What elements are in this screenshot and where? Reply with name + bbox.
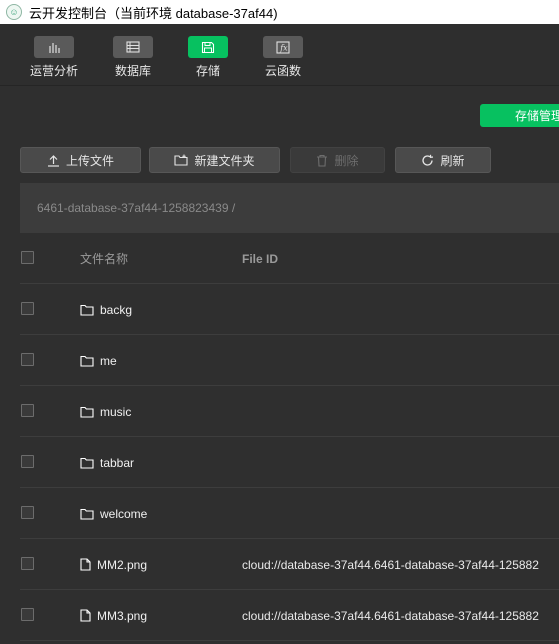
folder-icon <box>80 457 94 469</box>
file-name-text: music <box>100 404 132 419</box>
file-name-text: welcome <box>100 506 148 521</box>
table-row[interactable]: welcome <box>20 488 559 539</box>
refresh-label: 刷新 <box>440 153 465 168</box>
row-checkbox[interactable] <box>21 608 34 621</box>
table-row[interactable]: backg <box>20 284 559 335</box>
table-row[interactable]: MM3.png cloud://database-37af44.6461-dat… <box>20 590 559 641</box>
file-id[interactable]: cloud://database-37af44.6461-database-37… <box>242 590 559 641</box>
file-id <box>242 284 559 335</box>
svg-text:fx: fx <box>279 43 288 52</box>
select-all-checkbox[interactable] <box>21 251 34 264</box>
tool-cloud-function-label: 云函数 <box>264 64 301 78</box>
file-name[interactable]: MM3.png <box>80 590 147 641</box>
storage-manage-button[interactable]: 存储管理 <box>480 104 559 127</box>
tool-storage[interactable]: 存储 <box>173 36 243 82</box>
storage-panel: 存储管理 上传文件 新建文件夹 删除 刷新 6461-database-37af… <box>0 86 559 644</box>
folder-icon <box>80 304 94 316</box>
row-checkbox[interactable] <box>21 506 34 519</box>
file-name-text: MM3.png <box>97 608 148 623</box>
file-id <box>242 437 559 488</box>
tool-database-label: 数据库 <box>114 64 151 78</box>
file-name-text: tabbar <box>100 455 135 470</box>
breadcrumb: 6461-database-37af44-1258823439 / <box>20 183 559 233</box>
upload-file-label: 上传文件 <box>65 153 114 168</box>
folder-icon <box>80 508 94 520</box>
trash-icon <box>316 154 328 167</box>
row-checkbox[interactable] <box>21 353 34 366</box>
tool-storage-label: 存储 <box>195 64 220 78</box>
file-name[interactable]: tabbar <box>80 437 134 488</box>
file-name[interactable]: welcome <box>80 488 147 539</box>
file-id <box>242 335 559 386</box>
table-row[interactable]: tabbar <box>20 437 559 488</box>
function-icon: fx <box>263 36 303 58</box>
tool-database[interactable]: 数据库 <box>98 36 168 82</box>
row-checkbox[interactable] <box>21 455 34 468</box>
file-name-text: MM2.png <box>97 557 148 572</box>
window-title: 云开发控制台（当前环境 database-37af44) <box>29 5 278 21</box>
file-name-text: backg <box>100 302 133 317</box>
file-name[interactable]: MM2.png <box>80 539 147 590</box>
file-table: 文件名称 File ID backg me music tabbar welco… <box>20 233 559 641</box>
app-logo-icon: ☺ <box>6 4 22 20</box>
new-folder-button[interactable]: 新建文件夹 <box>149 147 280 173</box>
file-icon <box>80 609 91 622</box>
table-row[interactable]: MM2.png cloud://database-37af44.6461-dat… <box>20 539 559 590</box>
upload-file-button[interactable]: 上传文件 <box>20 147 141 173</box>
file-id <box>242 488 559 539</box>
table-row[interactable]: me <box>20 335 559 386</box>
row-checkbox[interactable] <box>21 404 34 417</box>
file-icon <box>80 558 91 571</box>
file-id[interactable]: cloud://database-37af44.6461-database-37… <box>242 539 559 590</box>
table-header: 文件名称 File ID <box>20 233 559 284</box>
new-folder-label: 新建文件夹 <box>194 153 255 168</box>
row-checkbox[interactable] <box>21 557 34 570</box>
window-title-bar: ☺ 云开发控制台（当前环境 database-37af44) <box>0 0 559 24</box>
tool-cloud-function[interactable]: fx 云函数 <box>248 36 318 82</box>
file-name[interactable]: backg <box>80 284 132 335</box>
column-header-file-id: File ID <box>242 251 279 266</box>
new-folder-icon <box>174 154 189 166</box>
file-name[interactable]: music <box>80 386 131 437</box>
tool-analytics-label: 运营分析 <box>29 64 78 78</box>
top-toolbar: 运营分析 数据库 存储 fx 云函数 <box>0 24 559 86</box>
delete-label: 删除 <box>334 153 359 168</box>
column-header-name: 文件名称 <box>80 252 129 266</box>
upload-icon <box>47 154 60 167</box>
refresh-button[interactable]: 刷新 <box>395 147 491 173</box>
folder-icon <box>80 406 94 418</box>
table-row[interactable]: music <box>20 386 559 437</box>
database-icon <box>113 36 153 58</box>
delete-button[interactable]: 删除 <box>290 147 385 173</box>
refresh-icon <box>421 154 434 167</box>
folder-icon <box>80 355 94 367</box>
file-name[interactable]: me <box>80 335 117 386</box>
file-id <box>242 386 559 437</box>
storage-icon <box>188 36 228 58</box>
row-checkbox[interactable] <box>21 302 34 315</box>
file-name-text: me <box>100 353 117 368</box>
tool-analytics[interactable]: 运营分析 <box>19 36 89 82</box>
bar-chart-icon <box>34 36 74 58</box>
breadcrumb-path[interactable]: 6461-database-37af44-1258823439 / <box>37 201 235 215</box>
